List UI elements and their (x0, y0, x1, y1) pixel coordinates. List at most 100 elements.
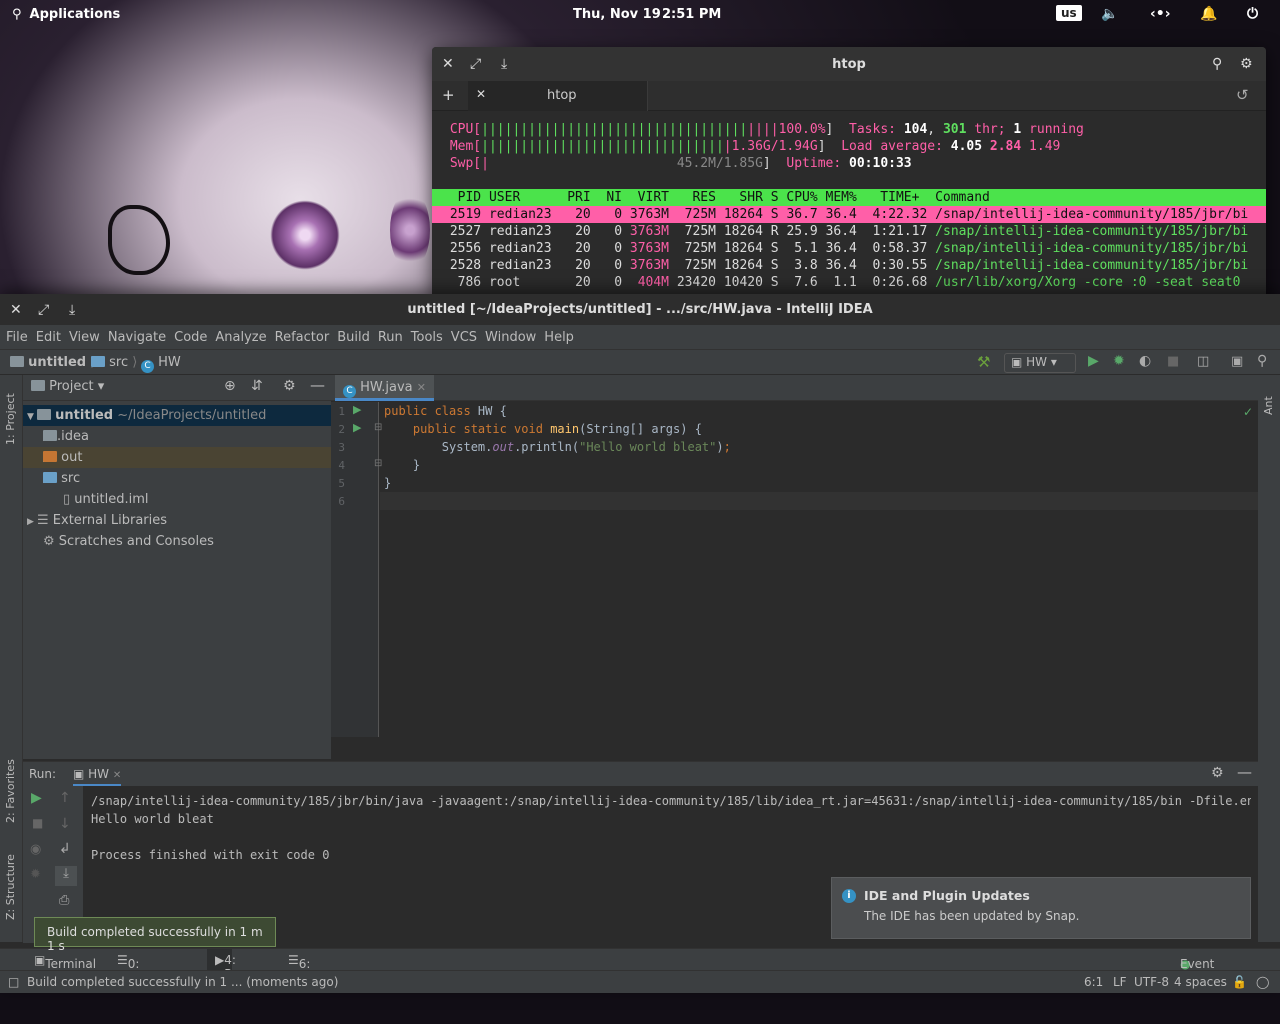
build-status-popup[interactable]: Build completed successfully in 1 m 1 s (34, 917, 276, 953)
tool-terminal[interactable]: ▣ Terminal (34, 953, 96, 971)
tree-item-src[interactable]: ▶ src (23, 468, 331, 489)
breadcrumb-file[interactable]: C HW (141, 355, 181, 373)
stop-icon[interactable]: ■ (1167, 354, 1179, 369)
menu-run[interactable]: Run (374, 330, 407, 345)
inspector-icon[interactable]: ◯ (1256, 975, 1269, 989)
gear-icon[interactable]: ⚙ (1240, 56, 1253, 72)
code-text[interactable]: public class HW { public static void mai… (384, 402, 731, 510)
network-icon[interactable]: ‹•› (1150, 6, 1171, 22)
process-time: 0:58.37 (864, 241, 936, 256)
layout-icon[interactable]: ▣ (1231, 354, 1243, 369)
tool-todo[interactable]: ☰ 6: TODO (288, 953, 334, 985)
menu-code[interactable]: Code (170, 330, 211, 345)
panel-time[interactable]: 2:51 PM (662, 7, 721, 22)
process-res: 725M (676, 207, 724, 222)
panel-date[interactable]: Thu, Nov 19 (573, 7, 661, 22)
menu-vcs[interactable]: VCS (447, 330, 481, 345)
close-tab-icon[interactable]: ✕ (113, 770, 121, 781)
tool-run[interactable]: ▶ 4: Run (207, 949, 247, 981)
tree-item-root[interactable]: ▼ untitled ~/IdeaProjects/untitled (23, 405, 331, 426)
file-encoding[interactable]: UTF-8 (1134, 975, 1169, 989)
update-notification[interactable]: i IDE and Plugin Updates The IDE has bee… (831, 877, 1251, 939)
notifications-icon[interactable]: 🔔 (1200, 6, 1217, 22)
process-time: 0:26.68 (864, 275, 936, 290)
fold-icon[interactable]: ⊟ (374, 458, 382, 469)
coverage-icon[interactable]: ◐ (1139, 353, 1151, 369)
keyboard-layout-indicator[interactable]: us (1056, 5, 1082, 21)
menu-navigate[interactable]: Navigate (104, 330, 170, 345)
run-config-selector[interactable]: ▣ HW ▾ (1004, 353, 1076, 373)
rerun-icon[interactable]: ▶ (31, 790, 42, 806)
search-icon[interactable]: ⚲ (1257, 353, 1267, 369)
tool-project[interactable]: 1: Project (4, 393, 17, 445)
tool-structure[interactable]: Z: Structure (4, 854, 17, 920)
menu-refactor[interactable]: Refactor (271, 330, 334, 345)
applications-menu[interactable]: ⚲ Applications (12, 7, 120, 22)
process-row[interactable]: 2528 redian23 20 0 3763M 725M 18264 S 3.… (442, 257, 1266, 274)
search-icon[interactable]: ⚲ (1212, 56, 1222, 72)
menu-file[interactable]: File (2, 330, 32, 345)
tab-htop[interactable]: ✕ htop (468, 81, 648, 111)
menu-tools[interactable]: Tools (407, 330, 447, 345)
lock-icon[interactable]: 🔓 (1232, 975, 1247, 989)
stop-icon[interactable]: ■ (32, 816, 43, 830)
process-row[interactable]: 2527 redian23 20 0 3763M 725M 18264 R 25… (442, 223, 1266, 240)
menu-help[interactable]: Help (540, 330, 578, 345)
process-row[interactable]: 786 root 20 0 404M 23420 10420 S 7.6 1.1… (442, 274, 1266, 291)
hide-icon[interactable]: — (1237, 763, 1252, 781)
fold-icon[interactable]: ⊟ (374, 422, 382, 433)
breadcrumb-project[interactable]: untitled ⟩ (10, 355, 95, 370)
tree-item-external-libraries[interactable]: ▶ ☰ External Libraries (23, 510, 331, 531)
print-icon[interactable]: ⎙ (59, 893, 69, 908)
close-tab-icon[interactable]: ✕ (476, 87, 486, 101)
tool-favorites[interactable]: 2: Favorites (4, 759, 17, 823)
run-console-output[interactable]: /snap/intellij-idea-community/185/jbr/bi… (91, 792, 1251, 864)
process-row[interactable]: 2519 redian23 20 0 3763M 725M 18264 S 36… (432, 206, 1266, 223)
power-icon[interactable]: ⏻ (1247, 6, 1258, 22)
new-tab-icon[interactable]: + (442, 86, 455, 104)
run-gutter-icon[interactable]: ▶ (353, 403, 361, 416)
menu-analyze[interactable]: Analyze (211, 330, 270, 345)
debug-icon[interactable]: ✹ (30, 867, 41, 882)
menu-build[interactable]: Build (333, 330, 374, 345)
gear-icon[interactable]: ⚙ (1211, 765, 1224, 781)
history-icon[interactable]: ↺ (1236, 86, 1249, 104)
soft-wrap-icon[interactable]: ↲ (59, 841, 71, 857)
tree-item-out[interactable]: ▶ out (23, 447, 331, 468)
tree-item-scratches[interactable]: ⚙ Scratches and Consoles (23, 531, 331, 552)
process-table-header[interactable]: PID USER PRI NI VIRT RES SHR S CPU% MEM%… (432, 189, 1266, 206)
gear-icon[interactable]: ⚙ (283, 378, 296, 394)
line-separator[interactable]: LF (1113, 975, 1127, 989)
breadcrumb-folder[interactable]: src ⟩ (91, 355, 137, 370)
code-editor: C HW.java ✕ 1 2 3 4 5 6 ▶ ▶ ⊟ ⊟ public c… (331, 375, 1258, 759)
debug-icon[interactable]: ✹ (1113, 353, 1125, 369)
editor-tab-hw-java[interactable]: C HW.java ✕ (335, 375, 435, 401)
run-icon[interactable]: ▶ (1088, 353, 1099, 369)
tree-item-idea[interactable]: ▶.idea (23, 426, 331, 447)
process-row[interactable]: 2556 redian23 20 0 3763M 725M 18264 S 5.… (442, 240, 1266, 257)
down-icon[interactable]: ↓ (59, 816, 71, 832)
tool-ant[interactable]: Ant (1262, 396, 1275, 415)
volume-icon[interactable]: 🔈 (1101, 6, 1118, 22)
caret-position[interactable]: 6:1 (1084, 975, 1103, 989)
camera-icon[interactable]: ◉ (30, 842, 41, 857)
scroll-to-end-icon[interactable]: ⤓ (55, 866, 77, 886)
menu-edit[interactable]: Edit (32, 330, 65, 345)
run-gutter-icon[interactable]: ▶ (353, 421, 361, 434)
status-message[interactable]: Build completed successfully in 1 ... (m… (27, 975, 338, 989)
locate-icon[interactable]: ⊕ (224, 378, 236, 394)
project-view-selector[interactable]: Project ▾ (31, 379, 104, 394)
up-icon[interactable]: ↑ (59, 790, 71, 806)
status-toggle-icon[interactable]: □ (8, 975, 19, 989)
hide-icon[interactable]: — (310, 376, 325, 394)
project-structure-icon[interactable]: ◫ (1197, 354, 1209, 369)
collapse-icon[interactable]: ⇵ (251, 378, 263, 394)
menu-window[interactable]: Window (481, 330, 540, 345)
run-tab-hw[interactable]: ▣ HW ✕ (73, 767, 122, 786)
build-hammer-icon[interactable]: ⚒ (977, 353, 990, 371)
menu-view[interactable]: View (65, 330, 104, 345)
tree-item-iml[interactable]: ▯ untitled.iml (23, 489, 331, 510)
tool-messages[interactable]: ☰ 0: Messages (117, 953, 187, 985)
close-tab-icon[interactable]: ✕ (417, 381, 426, 394)
indent-setting[interactable]: 4 spaces (1174, 975, 1227, 989)
